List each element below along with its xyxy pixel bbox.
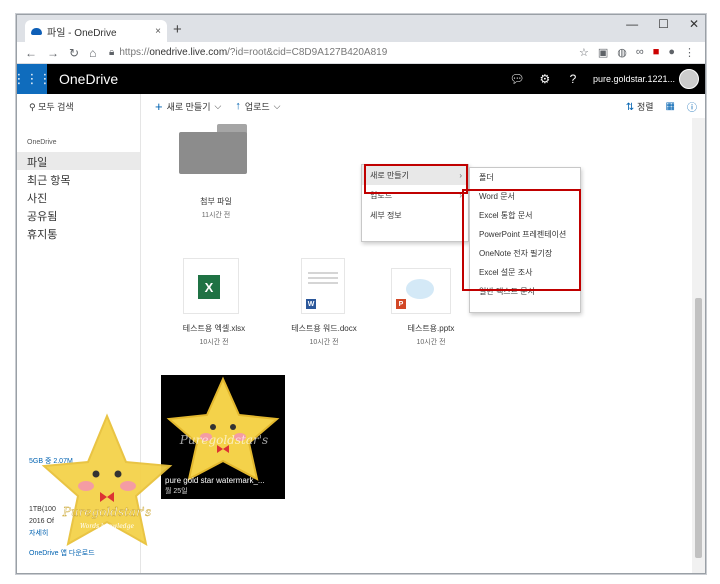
new-button[interactable]: + 새로 만들기 ⌵ [155, 99, 221, 114]
file-tile[interactable]: 테스트용 워드.docx 10시간 전 [279, 323, 369, 347]
browser-toolbar: ← → ↻ ⌂ 🔒︎ https://onedrive.live.com/?id… [17, 42, 705, 64]
extension-icon[interactable]: ◍ [617, 46, 627, 59]
extension-icon[interactable]: ∞ [636, 46, 644, 59]
watermark-logo: Puregoldstar's Words knowledge [41, 413, 173, 546]
sidebar-item-files[interactable]: 파일 [17, 152, 140, 170]
plus-icon: + [155, 98, 163, 114]
app-launcher-icon[interactable]: ⋮⋮⋮ [17, 64, 52, 94]
file-time: 10시간 전 [309, 339, 339, 346]
slide-preview [406, 279, 434, 299]
tab-title: 파일 - OneDrive [47, 27, 117, 39]
file-name: 첨부 파일 [200, 197, 232, 206]
back-arrow-icon[interactable]: ← [25, 46, 37, 60]
onedrive-cloud-icon [31, 27, 42, 35]
watermark-text: Puregoldstar's [179, 433, 268, 447]
file-tile[interactable]: 테스트용.pptx 10시간 전 [391, 323, 471, 347]
menu-item-details[interactable]: 세부 정보 [362, 205, 468, 225]
info-icon[interactable]: ⓘ [687, 99, 697, 114]
url-host: onedrive.live.com [149, 47, 228, 58]
folder-icon[interactable] [179, 124, 247, 174]
sidebar-section-title: OneDrive [27, 139, 57, 146]
watermark-subtext: Words knowledge [80, 523, 134, 530]
sidebar-item-shared[interactable]: 공유됨 [17, 206, 140, 224]
chevron-down-icon: ⌵ [214, 100, 222, 111]
tab-close-button[interactable]: × [155, 26, 161, 37]
search-all[interactable]: ⚲ 모두 검색 [17, 94, 140, 119]
chevron-down-icon: ⌵ [273, 100, 281, 111]
profile-icon[interactable]: ● [668, 46, 675, 59]
command-bar: + 새로 만들기 ⌵ ↑ 업로드 ⌵ ⇅ 정렬 ▦ ⓘ [141, 94, 705, 118]
close-window-icon[interactable]: ✕ [689, 17, 699, 31]
extension-icon[interactable]: ■ [653, 46, 660, 59]
tab-strip: 파일 - OneDrive × + — ☐ ✕ [17, 15, 705, 42]
excel-file-thumbnail[interactable]: X [183, 258, 239, 314]
avatar[interactable] [679, 69, 699, 89]
new-label: 새로 만들기 [166, 101, 211, 112]
sidebar-item-photos[interactable]: 사진 [17, 188, 140, 206]
sort-button[interactable]: ⇅ 정렬 [626, 100, 654, 113]
address-bar[interactable]: 🔒︎ https://onedrive.live.com/?id=root&ci… [109, 47, 579, 58]
word-icon: W [306, 299, 316, 309]
extension-icon[interactable]: ▣ [598, 46, 608, 59]
menu-dots-icon[interactable]: ⋮ [684, 46, 695, 59]
file-name: 테스트용 워드.docx [291, 324, 357, 333]
minimize-icon[interactable]: — [626, 17, 638, 31]
highlight-box [462, 189, 581, 291]
submenu-item-folder[interactable]: 폴더 [470, 168, 580, 187]
excel-icon: X [198, 275, 220, 299]
browser-tab[interactable]: 파일 - OneDrive × [25, 20, 167, 42]
upload-arrow-icon: ↑ [235, 100, 241, 112]
file-name: 테스트용 엑셀.xlsx [182, 324, 246, 333]
app-name[interactable]: OneDrive [59, 71, 503, 87]
word-file-thumbnail[interactable]: W [301, 258, 345, 314]
watermark-text: Puregoldstar's [62, 505, 151, 519]
file-tile[interactable]: 첨부 파일 11시간 전 [181, 196, 251, 220]
sort-icon: ⇅ [625, 101, 637, 113]
maximize-icon[interactable]: ☐ [658, 17, 669, 31]
scrollbar-thumb[interactable] [695, 298, 702, 558]
user-name[interactable]: pure.goldstar.1221... [593, 74, 675, 84]
lock-icon: 🔒︎ [109, 47, 115, 58]
reload-icon[interactable]: ↻ [69, 46, 79, 60]
sidebar-item-recent[interactable]: 최근 항목 [17, 170, 140, 188]
highlight-box [364, 164, 468, 194]
upload-label: 업로드 [244, 101, 270, 112]
powerpoint-icon: P [396, 299, 406, 309]
file-name: 테스트용.pptx [407, 324, 455, 333]
bookmark-star-icon[interactable]: ☆ [579, 46, 589, 59]
file-time: 11시간 전 [201, 212, 231, 219]
watermark-logo: Puregoldstar's [179, 433, 268, 447]
feedback-icon[interactable]: 💬︎ [503, 72, 531, 86]
onedrive-header: ⋮⋮⋮ OneDrive 💬︎ ⚙ ? pure.goldstar.1221..… [17, 64, 705, 94]
sidebar-item-recycle-bin[interactable]: 휴지통 [17, 224, 140, 242]
file-tile[interactable]: 테스트용 엑셀.xlsx 10시간 전 [169, 323, 259, 347]
upload-button[interactable]: ↑ 업로드 ⌵ [235, 100, 280, 113]
sort-label: 정렬 [636, 101, 654, 112]
settings-gear-icon[interactable]: ⚙ [531, 72, 559, 86]
search-label: 모두 검색 [38, 102, 74, 112]
home-icon[interactable]: ⌂ [89, 46, 96, 60]
forward-arrow-icon[interactable]: → [47, 46, 59, 60]
url-scheme: https:// [119, 47, 150, 58]
view-grid-icon[interactable]: ▦ [666, 101, 675, 112]
new-tab-button[interactable]: + [173, 21, 182, 38]
file-time: 10시간 전 [416, 339, 446, 346]
url-path: /?id=root&cid=C8D9A127B420A819 [227, 47, 388, 58]
powerpoint-file-thumbnail[interactable]: P [391, 268, 451, 314]
help-icon[interactable]: ? [559, 72, 587, 86]
menu-item-label: 세부 정보 [370, 210, 402, 220]
file-time: 10시간 전 [199, 339, 229, 346]
search-icon: ⚲ [29, 102, 39, 112]
scrollbar[interactable] [692, 118, 705, 573]
